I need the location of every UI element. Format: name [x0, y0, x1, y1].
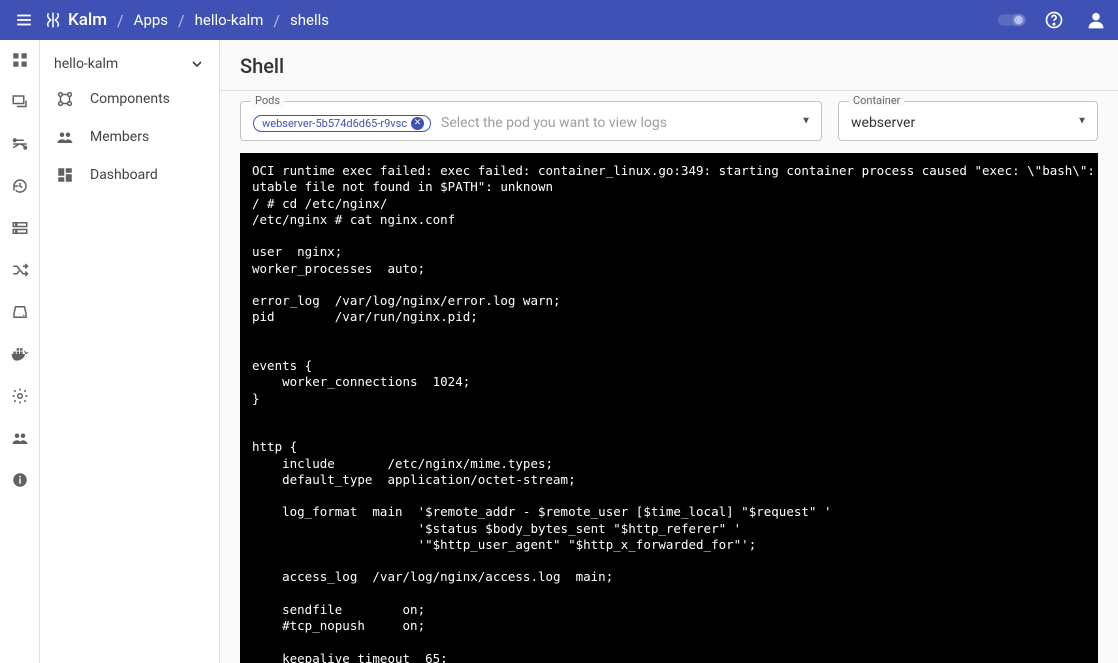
- members-icon: [54, 128, 76, 146]
- rail-config-icon[interactable]: [8, 90, 32, 114]
- theme-toggle-icon[interactable]: [998, 6, 1026, 34]
- sidebar-item-components[interactable]: Components: [40, 80, 219, 118]
- menu-button[interactable]: [8, 4, 40, 36]
- pod-chip[interactable]: webserver-5b574d6d65-r9vsc ✕: [253, 115, 431, 132]
- main-content: Shell Pods webserver-5b574d6d65-r9vsc ✕ …: [220, 40, 1118, 663]
- dropdown-icon: ▼: [1077, 116, 1087, 127]
- dropdown-icon: ▼: [801, 116, 811, 127]
- breadcrumb-sep: /: [178, 11, 185, 30]
- user-icon[interactable]: [1082, 6, 1110, 34]
- sidebar-item-dashboard[interactable]: Dashboard: [40, 156, 219, 194]
- pod-chip-remove-icon[interactable]: ✕: [411, 117, 424, 130]
- container-field-label: Container: [849, 94, 904, 107]
- rail-storage-icon[interactable]: [8, 216, 32, 240]
- sidebar-item-label: Dashboard: [90, 167, 158, 183]
- breadcrumb-app[interactable]: hello-kalm: [195, 11, 264, 29]
- pod-selector[interactable]: Pods webserver-5b574d6d65-r9vsc ✕ Select…: [240, 101, 822, 141]
- pod-chip-label: webserver-5b574d6d65-r9vsc: [262, 117, 407, 130]
- topbar: Kalm / Apps / hello-kalm / shells: [0, 0, 1118, 40]
- sidebar: hello-kalm Components Members Dashboard: [40, 40, 220, 663]
- breadcrumb-apps[interactable]: Apps: [134, 11, 168, 29]
- rail-docker-icon[interactable]: [8, 342, 32, 366]
- rail-shuffle-icon[interactable]: [8, 258, 32, 282]
- icon-rail: [0, 40, 40, 663]
- page-title: Shell: [220, 40, 1118, 91]
- terminal-text: OCI runtime exec failed: exec failed: co…: [252, 163, 1098, 663]
- rail-history-icon[interactable]: [8, 174, 32, 198]
- rail-disk-icon[interactable]: [8, 300, 32, 324]
- container-value: webserver: [851, 115, 915, 131]
- pod-placeholder: Select the pod you want to view logs: [441, 115, 667, 131]
- rail-apps-icon[interactable]: [8, 48, 32, 72]
- rail-settings-icon[interactable]: [8, 384, 32, 408]
- sidebar-item-members[interactable]: Members: [40, 118, 219, 156]
- rail-network-icon[interactable]: [8, 132, 32, 156]
- app-selector[interactable]: hello-kalm: [40, 48, 219, 80]
- chevron-down-icon: [189, 56, 205, 72]
- brand-logo[interactable]: Kalm: [44, 10, 107, 30]
- terminal-output[interactable]: OCI runtime exec failed: exec failed: co…: [240, 153, 1098, 663]
- sidebar-item-label: Components: [90, 91, 170, 107]
- help-icon[interactable]: [1040, 6, 1068, 34]
- app-selector-label: hello-kalm: [54, 56, 118, 72]
- rail-info-icon[interactable]: [8, 468, 32, 492]
- breadcrumb-sep: /: [273, 11, 280, 30]
- container-selector[interactable]: Container webserver ▼: [838, 101, 1098, 141]
- pod-field-label: Pods: [251, 94, 284, 107]
- components-icon: [54, 90, 76, 108]
- brand-name: Kalm: [68, 10, 107, 30]
- dashboard-icon: [54, 166, 76, 184]
- sidebar-item-label: Members: [90, 129, 149, 145]
- breadcrumb-section[interactable]: shells: [290, 11, 329, 29]
- rail-members-icon[interactable]: [8, 426, 32, 450]
- breadcrumb-sep: /: [117, 11, 124, 30]
